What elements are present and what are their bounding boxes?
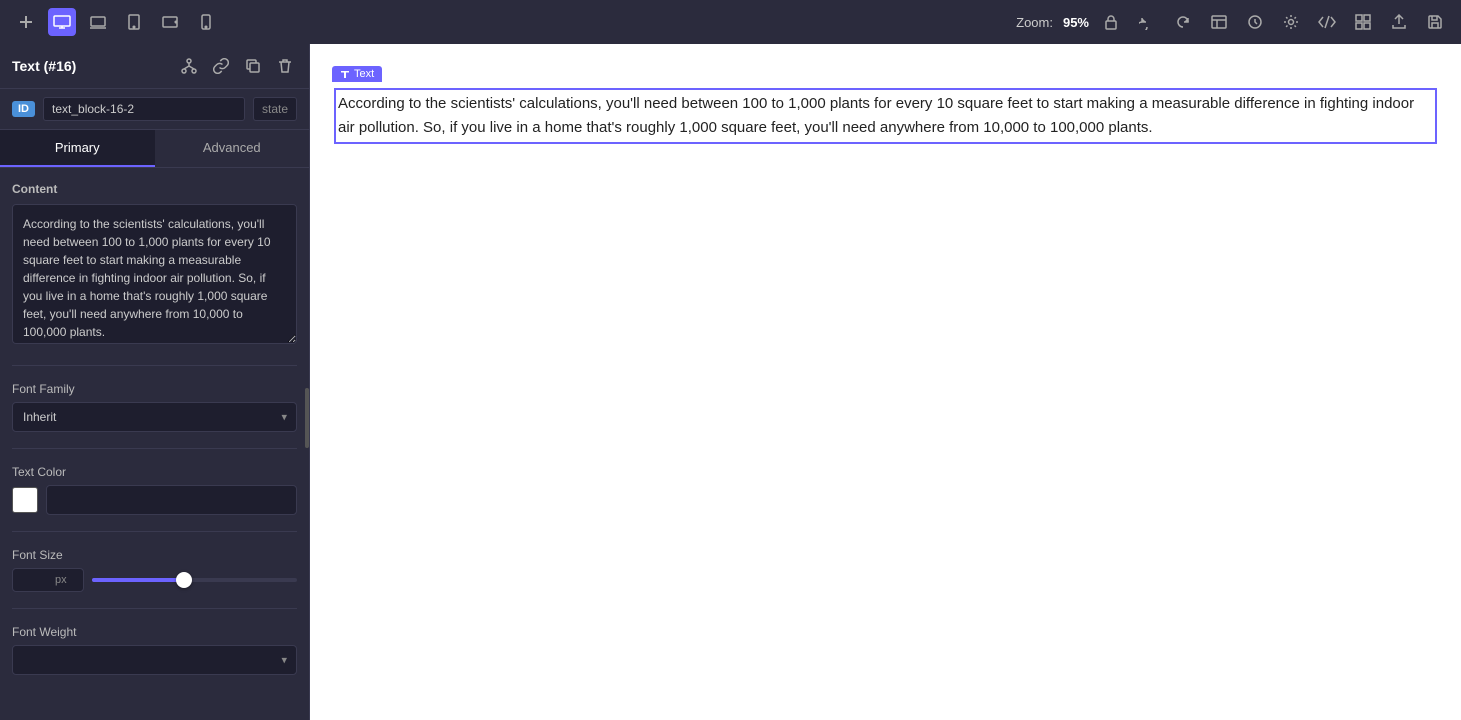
duplicate-icon[interactable]	[241, 54, 265, 78]
settings-icon[interactable]	[1277, 8, 1305, 36]
main-layout: Text (#16) ID state	[0, 44, 1461, 720]
link-icon[interactable]	[209, 54, 233, 78]
font-size-input[interactable]	[13, 569, 55, 591]
font-size-input-wrapper: px	[12, 568, 84, 592]
top-toolbar: Zoom: 95%	[0, 0, 1461, 44]
text-color-label: Text Color	[12, 465, 297, 479]
export-icon[interactable]	[1385, 8, 1413, 36]
font-size-slider-fill	[92, 578, 184, 582]
panel-title: Text (#16)	[12, 58, 76, 74]
grid-icon[interactable]	[1349, 8, 1377, 36]
delete-icon[interactable]	[273, 54, 297, 78]
scroll-indicator	[305, 388, 309, 448]
divider-3	[12, 531, 297, 532]
laptop-tool-button[interactable]	[84, 8, 112, 36]
text-label-badge: Text	[332, 66, 382, 82]
canvas-text: According to the scientists' calculation…	[338, 92, 1433, 140]
panel-content: Content According to the scientists' cal…	[0, 168, 309, 720]
font-family-select-wrapper: Inherit Arial Georgia Helvetica Times Ne…	[12, 402, 297, 432]
panel-tabs: Primary Advanced	[0, 130, 309, 168]
zoom-label: Zoom:	[1016, 15, 1053, 30]
tab-advanced[interactable]: Advanced	[155, 130, 310, 167]
canvas-page: Text According to the scientists' calcul…	[310, 44, 1461, 720]
id-badge: ID	[12, 101, 35, 117]
state-label: state	[253, 97, 297, 121]
canvas-content: Text According to the scientists' calcul…	[310, 44, 1461, 164]
font-weight-select-wrapper: Normal Bold Light	[12, 645, 297, 675]
font-family-label: Font Family	[12, 382, 297, 396]
tab-primary[interactable]: Primary	[0, 130, 155, 167]
font-size-unit: px	[55, 574, 73, 586]
divider-4	[12, 608, 297, 609]
undo-icon[interactable]	[1133, 8, 1161, 36]
color-swatch[interactable]	[12, 487, 38, 513]
divider-1	[12, 365, 297, 366]
zoom-section: Zoom: 95%	[1016, 15, 1089, 30]
mobile-tool-button[interactable]	[192, 8, 220, 36]
font-size-row: px	[12, 568, 297, 592]
desktop-tool-button[interactable]	[48, 8, 76, 36]
font-size-label: Font Size	[12, 548, 297, 562]
wide-tablet-tool-button[interactable]	[156, 8, 184, 36]
add-tool-button[interactable]	[12, 8, 40, 36]
font-size-slider-thumb[interactable]	[176, 572, 192, 588]
font-family-select[interactable]: Inherit Arial Georgia Helvetica Times Ne…	[12, 402, 297, 432]
history-icon[interactable]	[1241, 8, 1269, 36]
layout-icon[interactable]	[1205, 8, 1233, 36]
content-textarea[interactable]: According to the scientists' calculation…	[12, 204, 297, 344]
font-weight-select[interactable]: Normal Bold Light	[12, 645, 297, 675]
left-panel: Text (#16) ID state	[0, 44, 310, 720]
selected-text-block[interactable]: According to the scientists' calculation…	[334, 88, 1437, 144]
code-icon[interactable]	[1313, 8, 1341, 36]
canvas-area: Text According to the scientists' calcul…	[310, 44, 1461, 720]
save-icon[interactable]	[1421, 8, 1449, 36]
id-input[interactable]	[43, 97, 245, 121]
divider-2	[12, 448, 297, 449]
color-row	[12, 485, 297, 515]
redo-icon[interactable]	[1169, 8, 1197, 36]
font-size-slider-track[interactable]	[92, 578, 297, 582]
lock-icon[interactable]	[1097, 8, 1125, 36]
panel-actions	[177, 54, 297, 78]
id-row: ID state	[0, 89, 309, 130]
content-section-label: Content	[12, 182, 297, 196]
color-value-bar	[46, 485, 297, 515]
zoom-value: 95%	[1063, 15, 1089, 30]
panel-header: Text (#16)	[0, 44, 309, 89]
font-weight-label: Font Weight	[12, 625, 297, 639]
hierarchy-icon[interactable]	[177, 54, 201, 78]
text-badge-label: Text	[354, 68, 374, 80]
tablet-tool-button[interactable]	[120, 8, 148, 36]
